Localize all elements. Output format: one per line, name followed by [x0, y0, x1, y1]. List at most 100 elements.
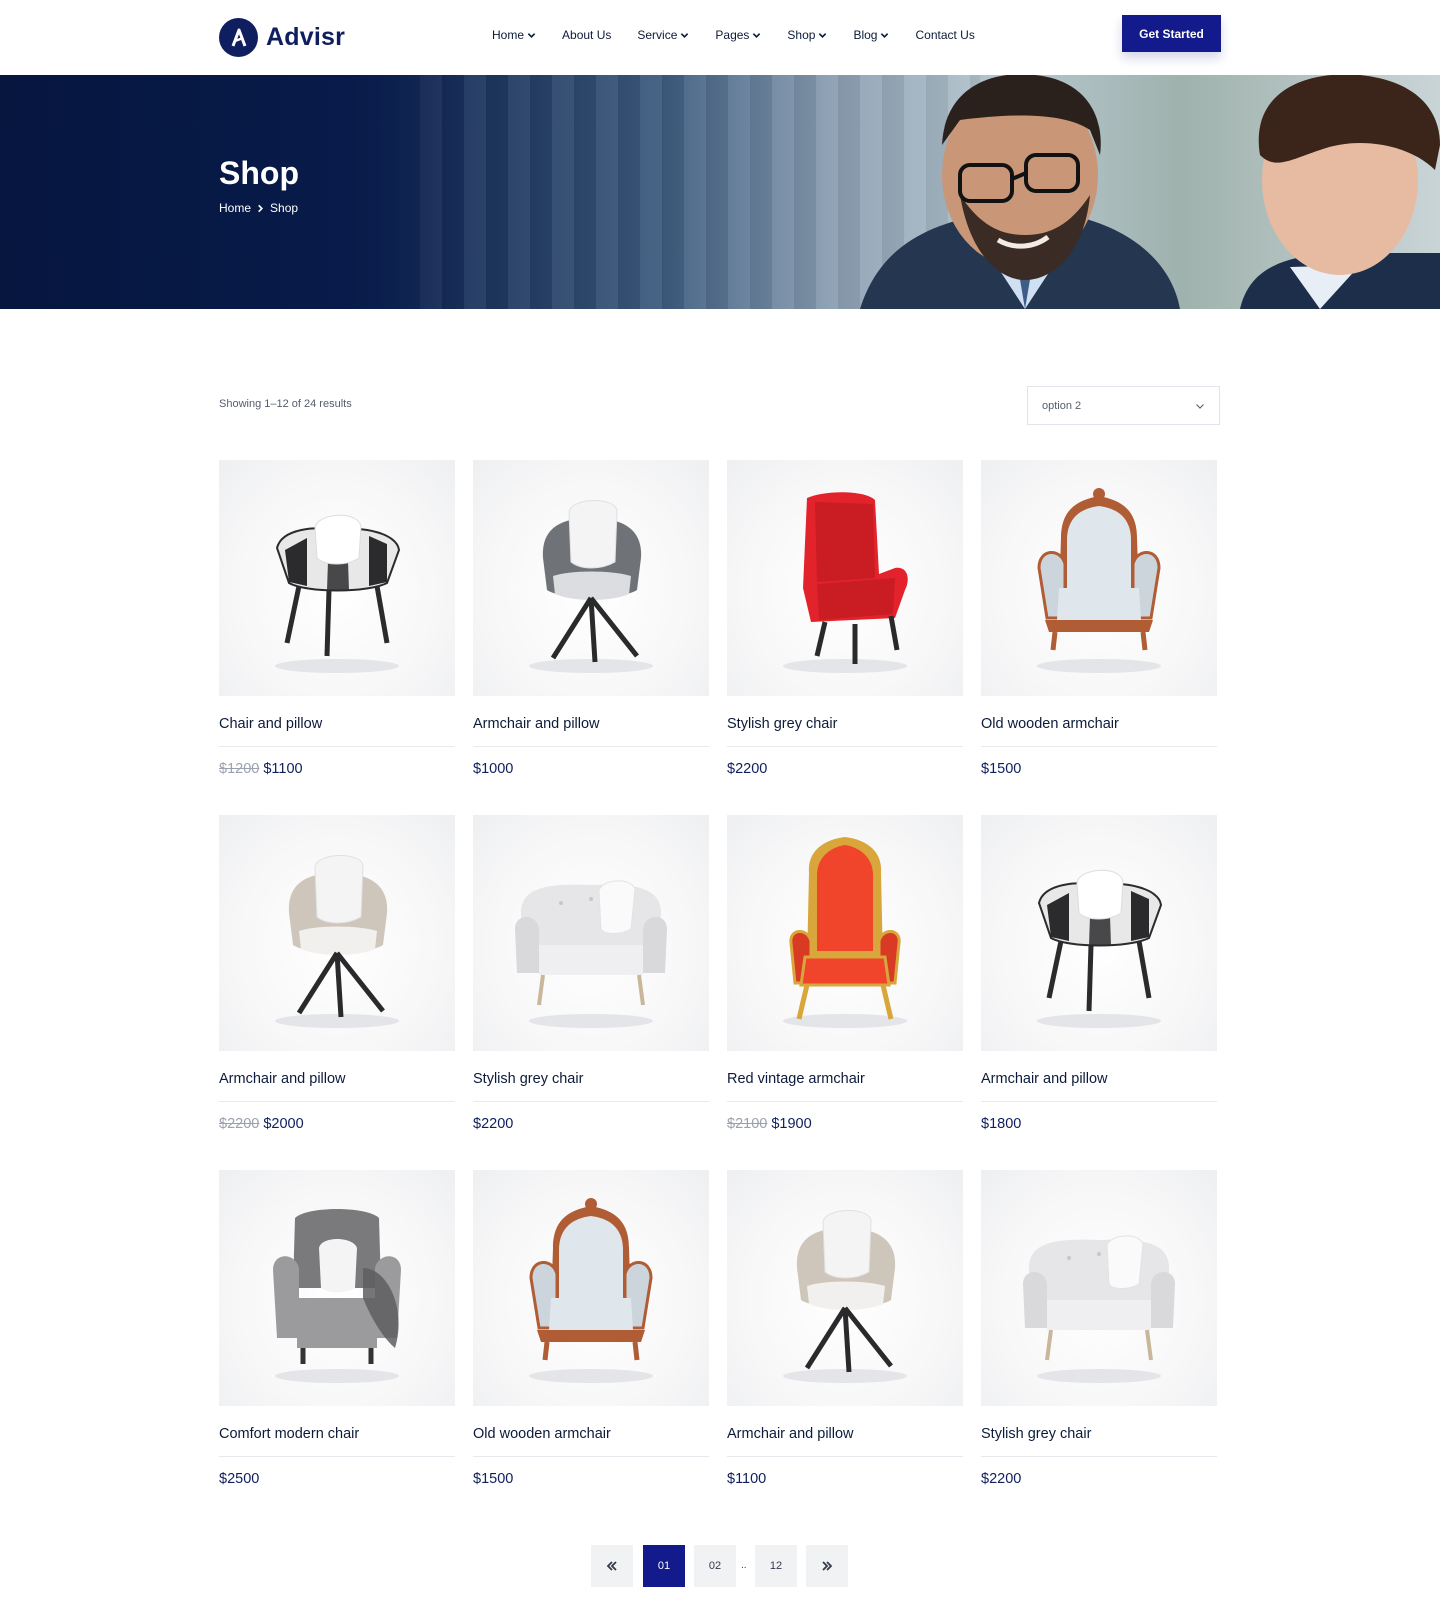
nav-item-service[interactable]: Service: [637, 28, 689, 42]
logo-mark-icon: [219, 18, 258, 57]
breadcrumb-home-link[interactable]: Home: [219, 201, 251, 215]
product-image[interactable]: [981, 1170, 1217, 1406]
nav-label: Service: [637, 28, 678, 42]
nav-label: About Us: [562, 28, 612, 42]
product-card[interactable]: Chair and pillow $1200 $1100: [219, 460, 455, 777]
white-tufted-chair-icon: [515, 880, 667, 1028]
sort-select[interactable]: option 2: [1027, 386, 1220, 425]
nav-label: Home: [492, 28, 525, 42]
product-price: $1100: [263, 761, 303, 777]
product-price: $2200: [473, 1116, 514, 1132]
nav-item-home[interactable]: Home: [492, 28, 536, 42]
get-started-button[interactable]: Get Started: [1122, 15, 1221, 52]
product-card[interactable]: Stylish grey chair $2200: [473, 815, 709, 1132]
nav-item-blog[interactable]: Blog: [853, 28, 889, 42]
product-name[interactable]: Stylish grey chair: [981, 1426, 1217, 1457]
product-price-row: $1100: [727, 1471, 963, 1487]
product-name[interactable]: Armchair and pillow: [981, 1071, 1217, 1102]
logo[interactable]: Advisr: [219, 18, 345, 57]
product-image[interactable]: [219, 460, 455, 696]
results-count: Showing 1–12 of 24 results: [219, 398, 352, 410]
product-price-row: $1500: [473, 1471, 709, 1487]
product-card[interactable]: Comfort modern chair $2500: [219, 1170, 455, 1487]
pagination-page-2[interactable]: 02: [694, 1545, 736, 1587]
page-title: Shop: [219, 155, 299, 191]
product-name[interactable]: Armchair and pillow: [727, 1426, 963, 1457]
product-name[interactable]: Stylish grey chair: [473, 1071, 709, 1102]
nav-label: Contact Us: [915, 28, 975, 42]
product-name[interactable]: Comfort modern chair: [219, 1426, 455, 1457]
product-name[interactable]: Old wooden armchair: [981, 716, 1217, 747]
product-name[interactable]: Red vintage armchair: [727, 1071, 963, 1102]
logo-text: Advisr: [266, 23, 346, 51]
product-price: $1100: [727, 1471, 767, 1487]
nav-label: Shop: [787, 28, 816, 42]
product-name[interactable]: Chair and pillow: [219, 716, 455, 747]
plaid-chair-icon: [1037, 869, 1163, 1028]
product-card[interactable]: Armchair and pillow $1800: [981, 815, 1217, 1132]
nav-item-shop[interactable]: Shop: [787, 28, 827, 42]
nav-label: Blog: [853, 28, 878, 42]
red-throne-chair-icon: [783, 837, 907, 1028]
nav-item-about[interactable]: About Us: [562, 28, 611, 42]
product-name[interactable]: Armchair and pillow: [473, 716, 709, 747]
product-card[interactable]: Old wooden armchair $1500: [473, 1170, 709, 1487]
product-card[interactable]: Stylish grey chair $2200: [727, 460, 963, 777]
product-image[interactable]: [981, 815, 1217, 1051]
product-image[interactable]: [981, 460, 1217, 696]
hero-businessman-photo: [860, 75, 1440, 309]
nav-item-pages[interactable]: Pages: [715, 28, 761, 42]
product-name[interactable]: Stylish grey chair: [727, 716, 963, 747]
wooden-armchair-icon: [1037, 488, 1161, 673]
product-old-price: $2100: [727, 1116, 768, 1132]
product-card[interactable]: Armchair and pillow $2200 $2000: [219, 815, 455, 1132]
product-image[interactable]: [473, 815, 709, 1051]
product-price-row: $1500: [981, 761, 1217, 777]
hero-overlay: [0, 75, 470, 309]
product-price-row: $2200: [981, 1471, 1217, 1487]
product-image[interactable]: [473, 460, 709, 696]
pagination-next-button[interactable]: [806, 1545, 848, 1587]
breadcrumb-current: Shop: [270, 201, 299, 215]
product-image[interactable]: [727, 815, 963, 1051]
product-price: $1900: [771, 1116, 812, 1132]
product-card[interactable]: Old wooden armchair $1500: [981, 460, 1217, 777]
chevron-down-icon: [681, 32, 689, 38]
chevron-down-icon: [881, 32, 889, 38]
product-price: $2200: [727, 761, 768, 777]
pagination-page-12[interactable]: 12: [755, 1545, 797, 1587]
product-card[interactable]: Stylish grey chair $2200: [981, 1170, 1217, 1487]
chevron-down-icon: [819, 32, 827, 38]
site-header: Advisr Home About Us Service Pages Shop …: [0, 0, 1440, 75]
product-price: $1500: [473, 1471, 514, 1487]
product-card[interactable]: Red vintage armchair $2100 $1900: [727, 815, 963, 1132]
product-price: $1800: [981, 1116, 1022, 1132]
product-name[interactable]: Armchair and pillow: [219, 1071, 455, 1102]
product-price: $2000: [263, 1116, 304, 1132]
product-image[interactable]: [219, 1170, 455, 1406]
product-card[interactable]: Armchair and pillow $1100: [727, 1170, 963, 1487]
pagination-prev-button[interactable]: [591, 1545, 633, 1587]
product-card[interactable]: Armchair and pillow $1000: [473, 460, 709, 777]
chevron-down-icon: [1196, 403, 1204, 409]
chevron-down-icon: [527, 32, 536, 38]
product-price: $2200: [981, 1471, 1022, 1487]
plaid-chair-icon: [275, 514, 401, 673]
red-wingback-chair-icon: [783, 492, 908, 673]
wooden-armchair-icon: [529, 1198, 653, 1383]
product-old-price: $2200: [219, 1116, 260, 1132]
product-image[interactable]: [727, 460, 963, 696]
product-image[interactable]: [727, 1170, 963, 1406]
nav-item-contact[interactable]: Contact Us: [915, 28, 974, 42]
product-price: $1000: [473, 761, 514, 777]
page-hero: Shop Home Shop: [0, 75, 1440, 309]
product-image[interactable]: [473, 1170, 709, 1406]
chevron-down-icon: [753, 32, 761, 38]
product-name[interactable]: Old wooden armchair: [473, 1426, 709, 1457]
product-price: $2500: [219, 1471, 260, 1487]
beige-swivel-chair-icon: [783, 1209, 907, 1383]
product-image[interactable]: [219, 815, 455, 1051]
product-price-row: $2500: [219, 1471, 455, 1487]
pagination-page-1[interactable]: 01: [643, 1545, 685, 1587]
chevron-right-icon: [258, 204, 264, 212]
